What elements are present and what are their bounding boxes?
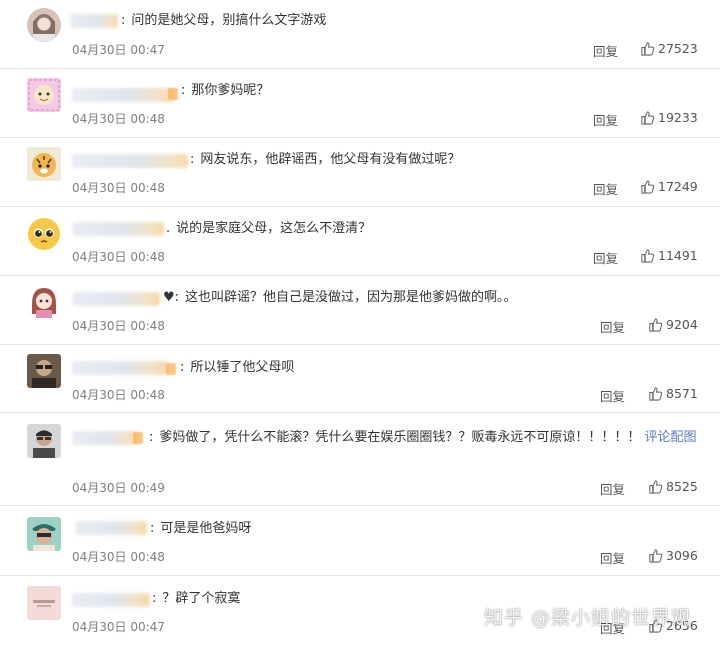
- zhihu-watermark: 知乎 @梁小姐的世界观: [484, 607, 692, 629]
- comment-item: : 网友说东，他辟谣西，他父母有没有做过呢？ 04月30日 00:48 回复 17…: [0, 138, 720, 207]
- tiger-avatar-icon[interactable]: [27, 147, 61, 181]
- reply-button[interactable]: 回复: [593, 110, 618, 129]
- comment-item: : 所以锤了他父母呗 04月30日 00:48 回复 8571: [0, 345, 720, 413]
- like-button[interactable]: 3096: [648, 548, 698, 563]
- comment-text: ♥: 这也叫辟谣？他自己是没做过，因为那是他爹妈做的啊。。: [163, 290, 517, 305]
- comment-time: 04月30日 00:47: [72, 43, 165, 57]
- like-button[interactable]: 17249: [640, 179, 698, 194]
- like-count: 17249: [658, 179, 698, 194]
- like-button[interactable]: 27523: [640, 41, 698, 56]
- thumbs-up-icon: [649, 549, 663, 563]
- username-blurred[interactable]: [72, 88, 174, 102]
- vip-badge-icon: [168, 88, 178, 100]
- comment-time: 04月30日 00:48: [72, 181, 165, 195]
- like-count: 9204: [666, 317, 698, 332]
- username-blurred[interactable]: [72, 593, 150, 607]
- thumbs-up-icon: [641, 180, 655, 194]
- comment-time: 04月30日 00:48: [72, 550, 165, 564]
- comment-time: 04月30日 00:48: [72, 319, 165, 333]
- anime-girl-avatar-icon[interactable]: [27, 284, 61, 318]
- comment-item: ♥: 这也叫辟谣？他自己是没做过，因为那是他爹妈做的啊。。 04月30日 00:4…: [0, 276, 720, 345]
- comment-item: : 那你爹妈呢？ 04月30日 00:48 回复 19233: [0, 69, 720, 138]
- cartoon-avatar-icon[interactable]: [27, 78, 61, 112]
- comment-text: : 问的是她父母，别搞什么文字游戏: [121, 13, 327, 28]
- reply-button[interactable]: 回复: [600, 548, 625, 567]
- comment-text: : 可是是他爸妈呀: [150, 521, 252, 536]
- man-avatar-icon[interactable]: [27, 424, 61, 458]
- reply-button[interactable]: 回复: [593, 41, 618, 60]
- like-count: 27523: [658, 41, 698, 56]
- comment-text: : ？辟了个寂寞: [152, 591, 241, 606]
- like-count: 8571: [666, 386, 698, 401]
- comment-item: : 可是是他爸妈呀 04月30日 00:48 回复 3096: [0, 506, 720, 576]
- reply-button[interactable]: 回复: [600, 386, 625, 405]
- comment-time: 04月30日 00:47: [72, 620, 165, 634]
- comment-time: 04月30日 00:48: [72, 388, 165, 402]
- comment-text: . 说的是家庭父母，这怎么不澄清？: [166, 221, 372, 236]
- comment-text: : 那你爹妈呢？: [181, 83, 270, 98]
- like-button[interactable]: 11491: [640, 248, 698, 263]
- like-count: 19233: [658, 110, 698, 125]
- photo-avatar-icon[interactable]: [27, 354, 61, 388]
- username-blurred[interactable]: [72, 154, 188, 168]
- reply-button[interactable]: 回复: [600, 317, 625, 336]
- username-blurred[interactable]: [72, 222, 164, 236]
- comment-text: : 网友说东，他辟谣西，他父母有没有做过呢？: [190, 152, 461, 167]
- comment-text: : 爹妈做了，凭什么不能滚？凭什么要在娱乐圈圈钱？？贩毒永远不可原谅！！！！！ 评…: [149, 430, 697, 445]
- selfie-avatar-icon[interactable]: [27, 517, 61, 551]
- reply-button[interactable]: 回复: [593, 179, 618, 198]
- reply-button[interactable]: 回复: [593, 248, 618, 267]
- comment-time: 04月30日 00:49: [72, 481, 165, 495]
- username-blurred[interactable]: [72, 292, 160, 306]
- username-blurred[interactable]: [72, 361, 168, 375]
- comment-item: : 问的是她父母，别搞什么文字游戏 04月30日 00:47 回复 27523: [0, 0, 720, 69]
- like-button[interactable]: 8571: [648, 386, 698, 401]
- reply-button[interactable]: 回复: [600, 479, 625, 498]
- thumbs-up-icon: [649, 387, 663, 401]
- vip-badge-icon: [166, 363, 176, 375]
- comment-item: . 说的是家庭父母，这怎么不澄清？ 04月30日 00:48 回复 11491: [0, 207, 720, 276]
- comment-time: 04月30日 00:48: [72, 250, 165, 264]
- thumbs-up-icon: [649, 480, 663, 494]
- like-button[interactable]: 8525: [648, 479, 698, 494]
- like-button[interactable]: 9204: [648, 317, 698, 332]
- comment-item: : 爹妈做了，凭什么不能滚？凭什么要在娱乐圈圈钱？？贩毒永远不可原谅！！！！！ 评…: [0, 413, 720, 506]
- username-blurred[interactable]: [70, 14, 118, 28]
- like-count: 3096: [666, 548, 698, 563]
- thumbs-up-icon: [641, 249, 655, 263]
- pleading-emoji-icon[interactable]: [27, 217, 61, 251]
- thumbs-up-icon: [641, 111, 655, 125]
- thumbs-up-icon: [649, 318, 663, 332]
- logo-avatar-icon[interactable]: [27, 586, 61, 620]
- girl-avatar-icon[interactable]: [27, 8, 61, 42]
- comment-image-link[interactable]: 评论配图: [645, 430, 697, 445]
- like-button[interactable]: 19233: [640, 110, 698, 125]
- like-count: 8525: [666, 479, 698, 494]
- thumbs-up-icon: [641, 42, 655, 56]
- comment-time: 04月30日 00:48: [72, 112, 165, 126]
- username-blurred[interactable]: [75, 521, 147, 535]
- comment-text: : 所以锤了他父母呗: [180, 360, 295, 375]
- like-count: 11491: [658, 248, 698, 263]
